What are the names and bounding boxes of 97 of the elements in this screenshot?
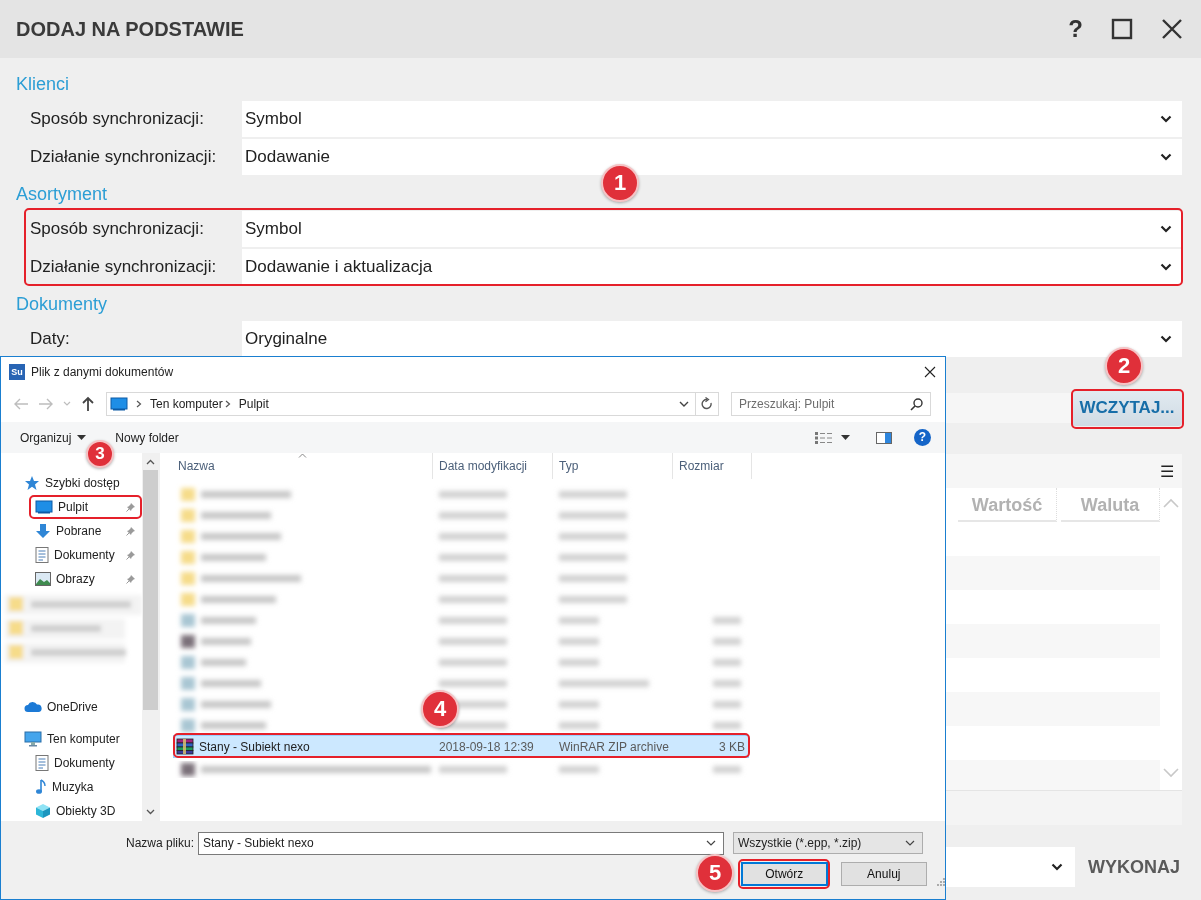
cancel-button[interactable]: Anuluj — [840, 861, 928, 886]
monitor-icon — [110, 397, 128, 411]
file-name: Stany - Subiekt nexo — [199, 739, 310, 754]
field-label: Sposób synchronizacji: — [29, 218, 205, 240]
section-heading: Asortyment — [16, 183, 108, 206]
up-arrow-icon[interactable] — [81, 396, 95, 412]
field-label: Działanie synchronizacji: — [29, 256, 218, 278]
file-date: 2018-09-18 12:39 — [438, 739, 535, 754]
breadcrumb[interactable]: Pulpit — [238, 397, 269, 411]
dropdown-value: Dodawanie — [245, 147, 331, 167]
pin-icon — [126, 574, 136, 584]
dropdown-value: Symbol — [245, 219, 302, 239]
chevron-down-icon — [1160, 225, 1172, 233]
pin-icon — [126, 502, 136, 512]
help-button[interactable]: ? — [1068, 17, 1083, 41]
scroll-down-icon — [145, 809, 155, 815]
menu-button[interactable]: ☰ — [1160, 461, 1174, 481]
nav-item[interactable]: Szybki dostęp — [1, 471, 142, 495]
view-options-icon[interactable] — [815, 431, 833, 444]
window-title: DODAJ NA PODSTAWIE — [16, 17, 244, 41]
app-icon: Su — [9, 363, 25, 380]
chevron-right-icon — [224, 400, 231, 408]
document-icon — [35, 755, 49, 771]
chevron-down-icon — [905, 840, 915, 846]
scrollbar[interactable] — [142, 453, 158, 821]
nav-item[interactable]: Pobrane — [29, 519, 142, 543]
pin-icon — [126, 550, 136, 560]
column-header[interactable]: Data modyfikacji — [433, 453, 553, 479]
section-heading: Dokumenty — [16, 293, 108, 316]
monitor-icon — [24, 731, 42, 747]
field-label: Daty: — [29, 328, 71, 350]
stacked-books-icon — [176, 738, 194, 755]
nav-item[interactable]: Muzyka — [29, 775, 142, 799]
chevron-down-icon — [1160, 115, 1172, 123]
file-type: WinRAR ZIP archive — [558, 739, 670, 754]
resize-grip-icon — [936, 877, 945, 886]
dropdown[interactable]: Symbol — [242, 101, 1182, 137]
pin-icon — [126, 526, 136, 536]
dropdown[interactable]: Symbol — [242, 211, 1182, 247]
chevron-down-icon — [1160, 153, 1172, 161]
chevron-down-icon — [1160, 335, 1172, 343]
field-label: Działanie synchronizacji: — [29, 146, 218, 168]
section-heading: Klienci — [16, 73, 70, 96]
nav-item[interactable]: Pulpit — [29, 495, 142, 519]
dropdown[interactable]: Dodawanie — [242, 139, 1182, 175]
column-header[interactable]: Rozmiar — [673, 453, 752, 479]
chevron-down-icon — [1160, 263, 1172, 271]
nav-item[interactable]: OneDrive — [1, 695, 142, 719]
nav-item[interactable]: Obiekty 3D — [29, 799, 142, 823]
star-icon — [24, 475, 40, 491]
file-type-dropdown[interactable]: Wszystkie (*.epp, *.zip) — [733, 832, 923, 854]
cloud-icon — [24, 701, 42, 713]
chevron-down-icon — [1051, 863, 1063, 871]
file-row[interactable]: Stany - Subiekt nexo 2018-09-18 12:39 WinRAR ZIP archive 3 KB — [173, 735, 749, 758]
dropdown-value: Symbol — [245, 109, 302, 129]
search-field[interactable]: Przeszukaj: Pulpit — [731, 392, 931, 416]
download-arrow-icon — [35, 523, 51, 539]
close-icon[interactable] — [1161, 18, 1183, 40]
breadcrumb[interactable]: Ten komputer — [150, 397, 223, 411]
search-placeholder: Przeszukaj: Pulpit — [739, 397, 835, 411]
search-icon[interactable] — [910, 397, 923, 411]
nav-item[interactable]: Dokumenty — [29, 543, 142, 567]
execute-button[interactable]: WYKONAJ — [1088, 856, 1180, 878]
field-label: Nazwa pliku: — [124, 836, 195, 850]
picture-frame-icon — [35, 572, 51, 586]
nav-item[interactable]: Obrazy — [29, 567, 142, 591]
nav-item[interactable]: Ten komputer — [1, 727, 142, 751]
chevron-down-icon[interactable] — [679, 400, 689, 408]
scroll-up-icon — [145, 459, 155, 465]
field-label: Sposób synchronizacji: — [29, 108, 205, 130]
column-header[interactable]: Typ — [553, 453, 673, 479]
caret-icon — [77, 435, 87, 440]
scroll-thumb[interactable] — [142, 470, 158, 710]
chevron-down-icon — [706, 840, 716, 846]
sort-caret-icon — [298, 453, 307, 458]
dropdown[interactable]: Oryginalne — [242, 321, 1182, 357]
file-size: 3 KB — [718, 739, 746, 754]
caret-icon[interactable] — [841, 435, 850, 440]
chevron-right-icon — [136, 400, 142, 408]
music-note-icon — [35, 779, 47, 795]
close-icon[interactable] — [924, 365, 936, 378]
column-header[interactable]: Nazwa — [160, 453, 433, 479]
address-bar[interactable]: Ten komputer Pulpit — [106, 392, 719, 416]
cube-icon — [35, 803, 51, 819]
dialog-title: Plik z danymi dokumentów — [31, 364, 174, 379]
help-button[interactable]: ? — [914, 429, 931, 446]
dropdown-value: Dodawanie i aktualizacja — [245, 257, 433, 277]
document-icon — [35, 547, 49, 563]
maximize-icon[interactable] — [1111, 18, 1133, 40]
dropdown-value: Oryginalne — [245, 329, 328, 349]
nav-item[interactable]: Dokumenty — [29, 751, 142, 775]
filename-field[interactable]: Stany - Subiekt nexo — [198, 831, 724, 855]
monitor-icon — [35, 500, 53, 514]
preview-pane-icon[interactable] — [876, 431, 892, 444]
load-button[interactable]: WCZYTAJ... — [1072, 389, 1182, 426]
dropdown[interactable]: Dodawanie i aktualizacja — [242, 249, 1182, 285]
open-button[interactable]: Otwórz — [741, 861, 828, 886]
